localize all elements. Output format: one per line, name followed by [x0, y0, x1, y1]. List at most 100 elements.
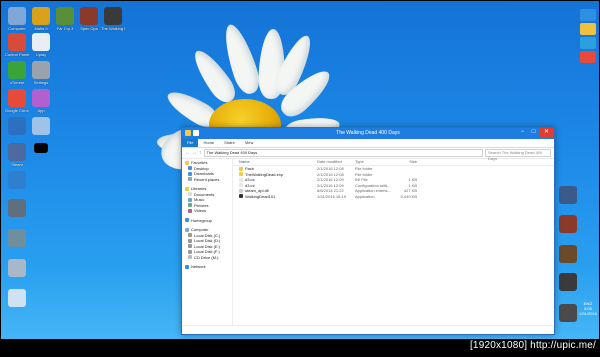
- game-icon: [559, 273, 577, 291]
- desktop-shortcut[interactable]: Mafia II: [29, 7, 53, 31]
- desktop-shortcut[interactable]: uTorrent: [5, 61, 29, 85]
- homegroup-icon: [185, 218, 189, 223]
- nav-item-recent-places[interactable]: Recent places: [182, 177, 232, 183]
- explorer-window[interactable]: The Walking Dead 400 Days − □ ✕ File Hom…: [181, 127, 555, 335]
- file-icon: [239, 177, 243, 182]
- app-icon: [32, 89, 50, 107]
- desktop-shortcut[interactable]: Steam: [5, 143, 29, 167]
- window-title: The Walking Dead 400 Days: [336, 130, 400, 136]
- game-icon: [559, 215, 577, 233]
- black-icon: [34, 143, 48, 153]
- column-date-modified[interactable]: Date modified: [317, 158, 355, 165]
- desktop-shortcut[interactable]: [5, 171, 29, 190]
- desktop-shortcut[interactable]: [556, 186, 580, 204]
- clock-date: 1/31/2016: [579, 311, 597, 316]
- tab-view[interactable]: View: [240, 139, 259, 147]
- desktop-shortcut-label: Settings: [33, 80, 49, 85]
- navigation-pane: Favorites Desktop Downloads Recent place…: [182, 158, 233, 326]
- close-button[interactable]: ✕: [539, 128, 554, 137]
- desktop-shortcut[interactable]: [556, 304, 580, 322]
- desktop-shortcut[interactable]: Control Panel: [5, 33, 29, 57]
- recycle-bin-icon: [8, 289, 26, 307]
- desktop-shortcut-label: Uplay: [35, 52, 47, 57]
- maximize-button[interactable]: □: [528, 128, 539, 137]
- desktop-shortcut[interactable]: Uplay: [29, 33, 53, 57]
- game-icon: [559, 245, 577, 263]
- minimize-button[interactable]: −: [517, 128, 528, 137]
- desktop-shortcut-label: Mafia II: [34, 26, 48, 31]
- nav-network[interactable]: Network: [182, 264, 232, 270]
- desktop-shortcut[interactable]: Settings: [29, 61, 53, 85]
- desktop-shortcut-label: Far Cry 3: [56, 26, 74, 31]
- file-size: 5,449 KB: [400, 193, 417, 199]
- desktop-shortcut[interactable]: [29, 117, 53, 136]
- drive-icon: [188, 233, 192, 238]
- desktop-shortcut[interactable]: Far Cry 3: [53, 7, 77, 31]
- chrome-icon: [8, 89, 26, 107]
- library-icon: [185, 186, 189, 191]
- desktop-shortcut[interactable]: [556, 215, 580, 233]
- app-icon: [8, 199, 26, 217]
- desktop-shortcut[interactable]: [556, 273, 580, 291]
- app-icon: [8, 259, 26, 277]
- shortcut-icon: [8, 117, 26, 135]
- desktop-shortcut[interactable]: [29, 143, 53, 154]
- desktop-shortcut[interactable]: Google Chrome: [5, 89, 29, 113]
- desktop-shortcut[interactable]: App: [29, 89, 53, 113]
- back-arrow-icon[interactable]: ←: [185, 150, 190, 156]
- address-bar[interactable]: The Walking Dead 400 Days: [203, 149, 483, 157]
- up-arrow-icon[interactable]: ↑: [199, 150, 202, 156]
- drive-icon: [188, 244, 192, 249]
- nav-item-cd-drive[interactable]: CD Drive (M:): [182, 255, 232, 261]
- videos-icon: [188, 208, 192, 213]
- tab-file[interactable]: File: [182, 139, 199, 147]
- drive-icon: [188, 238, 192, 243]
- file-date: 1/31/2016 16:19: [317, 193, 346, 199]
- music-icon: [188, 197, 192, 202]
- recent-icon: [188, 177, 192, 182]
- utorrent-icon: [8, 61, 26, 79]
- desktop-shortcut[interactable]: [5, 117, 29, 136]
- desktop-shortcut[interactable]: [5, 229, 29, 248]
- store-icon[interactable]: [580, 37, 596, 49]
- watermark-text: [1920x1080] http://upic.me/: [469, 340, 596, 351]
- column-size[interactable]: Size: [393, 158, 417, 165]
- folder-icon: [239, 172, 243, 177]
- game-icon: [104, 7, 122, 25]
- tab-home[interactable]: Home: [198, 139, 219, 147]
- desktop-shortcut[interactable]: [5, 289, 29, 308]
- desktop-shortcut-label: Spec Ops: [80, 26, 98, 31]
- tab-share[interactable]: Share: [219, 139, 240, 147]
- column-type[interactable]: Type: [355, 158, 393, 165]
- computer-icon: [185, 227, 189, 232]
- game-icon: [559, 304, 577, 322]
- app-icon: [8, 229, 26, 247]
- desktop-shortcut[interactable]: The Walking Dead: [101, 7, 125, 31]
- desktop-icon: [188, 166, 192, 171]
- file-row[interactable]: WalkingDead101 1/31/2016 16:19 Application…: [233, 194, 554, 200]
- ie-icon[interactable]: [580, 9, 596, 21]
- drive-icon: [188, 249, 192, 254]
- desktop-shortcut[interactable]: [5, 199, 29, 218]
- desktop-shortcut[interactable]: [556, 245, 580, 263]
- search-input[interactable]: Search The Walking Dead 400 Days: [485, 149, 551, 161]
- app-icon: [8, 143, 26, 161]
- desktop-shortcut-label: Steam: [11, 162, 23, 167]
- nav-homegroup[interactable]: Homegroup: [182, 218, 232, 224]
- explorer-icon[interactable]: [580, 23, 596, 35]
- desktop-shortcut[interactable]: Spec Ops: [77, 7, 101, 31]
- documents-icon: [188, 192, 192, 197]
- desktop-shortcut-label: uTorrent: [9, 80, 25, 85]
- column-name[interactable]: Name: [233, 158, 317, 165]
- ribbon-tabs: File Home Share View: [182, 139, 554, 148]
- computer-icon: [8, 7, 26, 25]
- chrome-icon[interactable]: [580, 51, 596, 63]
- desktop-shortcut[interactable]: [5, 259, 29, 278]
- nav-item-videos[interactable]: Videos: [182, 208, 232, 214]
- title-bar[interactable]: The Walking Dead 400 Days − □ ✕: [182, 128, 554, 139]
- desktop-shortcut[interactable]: Computer: [5, 7, 29, 31]
- tray-clock[interactable]: ENG 5:05 1/31/2016: [579, 301, 597, 316]
- forward-arrow-icon[interactable]: →: [192, 150, 197, 156]
- desktop: Computer Mafia II Far Cry 3 Spec Ops The Wal…: [1, 1, 599, 339]
- desktop-shortcut-label: App: [37, 108, 45, 113]
